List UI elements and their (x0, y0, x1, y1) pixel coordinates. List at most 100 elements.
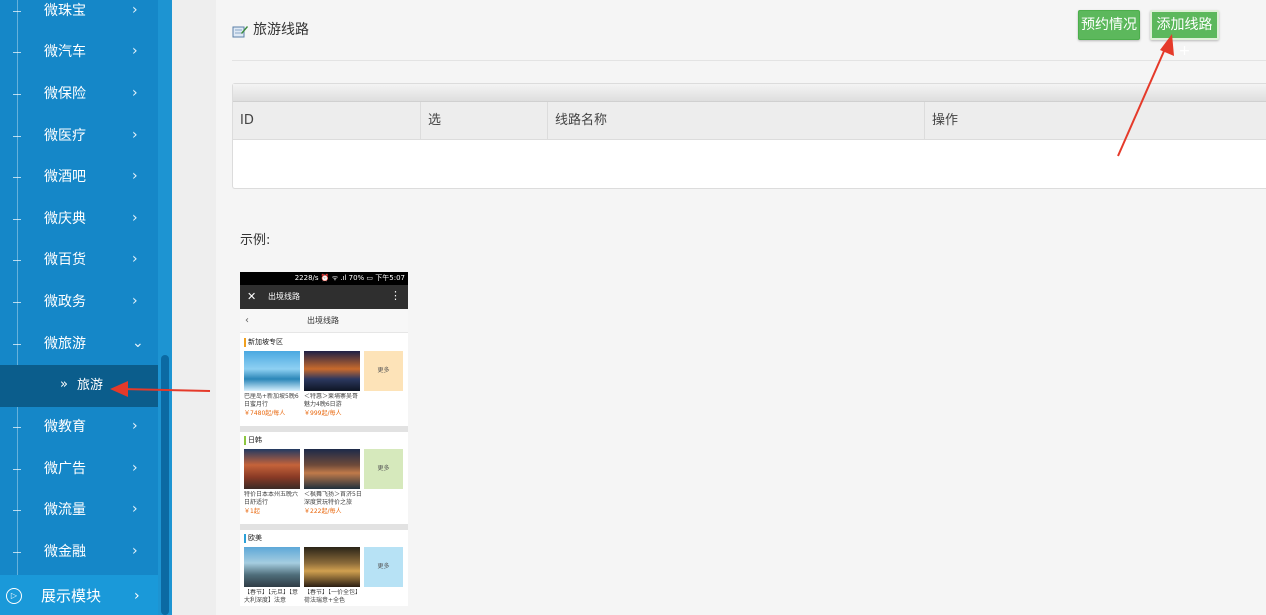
sidebar-item-display-module[interactable]: ▷ 展示模块 › (0, 575, 158, 615)
sidebar-item-government[interactable]: 微政务 › (0, 282, 158, 323)
sidebar-item-label: 展示模块 (41, 587, 102, 605)
chevron-right-icon: › (132, 127, 138, 143)
example-label: 示例: (240, 233, 271, 248)
tree-connector (13, 94, 21, 95)
table-header: ID 选 线路名称 操作 (233, 102, 1266, 140)
sidebar-item-label: 微酒吧 (44, 169, 86, 185)
sidebar-item-auto[interactable]: 微汽车 › (0, 32, 158, 73)
table-toolbar (233, 84, 1266, 102)
route-photo (304, 449, 360, 489)
route-caption: 特价日本本州五晚六日舒适行 (244, 491, 299, 506)
sidebar-item-travel[interactable]: 微旅游 ⌄ (0, 324, 158, 365)
tree-connector (13, 260, 21, 261)
more-tile: 更多 (364, 449, 403, 489)
sidebar-item-label: 微教育 (44, 419, 86, 435)
tree-connector (13, 219, 21, 220)
more-vertical-icon: ⋮ (390, 289, 401, 302)
phone-page-header: ‹ 出境线路 (240, 309, 408, 333)
tree-connector (13, 427, 21, 428)
sidebar-subitem-travel[interactable]: » 旅游 (0, 365, 158, 407)
tree-connector (13, 177, 21, 178)
chevron-right-icon: › (132, 251, 138, 267)
main-content: 旅游线路 预约情况 添加线路+ ID 选 线路名称 操作 示例: 2228/s … (216, 0, 1266, 615)
column-header-route-name[interactable]: 线路名称 (548, 102, 925, 140)
route-caption: 【春节】【元旦】【意大利深度】法意 (244, 589, 299, 604)
more-tile: 更多 (364, 351, 403, 391)
phone-nav-title: 出境线路 (268, 292, 300, 301)
route-caption: ＜枫舞飞扬＞首济5日深度赏玩特价之旅 (304, 491, 362, 506)
sidebar-item-insurance[interactable]: 微保险 › (0, 74, 158, 115)
sidebar-item-advertising[interactable]: 微广告 › (0, 449, 158, 490)
section-accent-bar (244, 338, 246, 347)
section-title: 欧美 (248, 534, 262, 542)
sidebar-item-medical[interactable]: 微医疗 › (0, 116, 158, 157)
route-price: ￥999起/每人 (304, 410, 342, 417)
sidebar-item-label: 微庆典 (44, 211, 86, 227)
phone-route-section: 新加坡专区 更多 巴厘岛+新加坡5晚6日蜜月行 ＜特惠＞柬埔寨吴哥魅力4晚6日游 ￥74… (240, 334, 408, 430)
chevron-right-icon: › (132, 210, 138, 226)
route-caption: ＜特惠＞柬埔寨吴哥魅力4晚6日游 (304, 393, 359, 408)
section-title: 新加坡专区 (248, 338, 283, 346)
route-caption: 巴厘岛+新加坡5晚6日蜜月行 (244, 393, 299, 408)
routes-table: ID 选 线路名称 操作 (232, 83, 1266, 189)
chevron-right-icon: › (132, 43, 138, 59)
phone-page-title: 出境线路 (307, 316, 339, 325)
sidebar-item-label: 微金融 (44, 544, 86, 560)
route-photo (244, 449, 300, 489)
column-header-actions[interactable]: 操作 (925, 102, 1266, 140)
route-price: ￥222起/每人 (304, 508, 342, 515)
sidebar-item-label: 微百货 (44, 252, 86, 268)
tree-connector (13, 510, 21, 511)
route-photo (304, 547, 360, 587)
column-header-id[interactable]: ID (233, 102, 421, 140)
sidebar-item-label: 微汽车 (44, 44, 86, 60)
page-title: 旅游线路 (253, 22, 309, 38)
sidebar-item-label: 微流量 (44, 502, 86, 518)
sidebar-item-jewelry[interactable]: 微珠宝 › (0, 0, 158, 32)
route-price: ￥1起 (244, 508, 260, 515)
tree-connector (13, 302, 21, 303)
chevron-right-icon: › (132, 501, 138, 517)
chevron-right-icon: › (132, 2, 138, 18)
sidebar-scrollbar-thumb[interactable] (161, 355, 169, 615)
section-accent-bar (244, 534, 246, 543)
sidebar-item-label: 微政务 (44, 294, 86, 310)
sidebar-item-finance[interactable]: 微金融 › (0, 532, 158, 573)
sidebar-item-label: 微保险 (44, 86, 86, 102)
chevron-right-icon: › (132, 293, 138, 309)
edit-note-icon (232, 26, 248, 38)
route-photo (304, 351, 360, 391)
more-tile: 更多 (364, 547, 403, 587)
phone-route-section: 欧美 更多 【春节】【元旦】【意大利深度】法意 【春节】【一价全包】荷法瑞意+全色 (240, 530, 408, 606)
section-accent-bar (244, 436, 246, 445)
example-phone-screenshot: 2228/s ⏰ ᯤ .ıl 70% ▭ 下午5:07 ✕ 出境线路 ⋮ ‹ 出… (240, 272, 408, 606)
chevron-right-icon: › (134, 588, 140, 604)
sidebar-item-department-store[interactable]: 微百货 › (0, 240, 158, 281)
phone-status-bar: 2228/s ⏰ ᯤ .ıl 70% ▭ 下午5:07 (240, 272, 408, 285)
sidebar-item-education[interactable]: 微教育 › (0, 407, 158, 448)
add-route-button[interactable]: 添加线路+ (1150, 10, 1219, 59)
phone-nav-bar: ✕ 出境线路 ⋮ (240, 285, 408, 309)
phone-route-section: 日韩更多特价日本本州五晚六日舒适行 ＜枫舞飞扬＞首济5日深度赏玩特价之旅 ￥1起 ￥2… (240, 432, 408, 528)
sidebar-item-celebration[interactable]: 微庆典 › (0, 199, 158, 240)
chevron-right-icon: › (132, 543, 138, 559)
sidebar-item-label: 微珠宝 (44, 3, 86, 19)
double-chevron-icon: » (60, 377, 68, 392)
route-photo (244, 547, 300, 587)
sidebar-item-label: 微医疗 (44, 128, 86, 144)
chevron-right-icon: › (132, 85, 138, 101)
column-header-select[interactable]: 选 (421, 102, 548, 140)
sidebar-item-data-traffic[interactable]: 微流量 › (0, 490, 158, 531)
chevron-right-icon: › (132, 460, 138, 476)
sidebar-item-bar[interactable]: 微酒吧 › (0, 157, 158, 198)
route-photo (244, 351, 300, 391)
tree-connector (13, 344, 21, 345)
chevron-down-icon: ⌄ (132, 335, 144, 351)
booking-status-button[interactable]: 预约情况 (1078, 10, 1140, 40)
tree-connector (13, 136, 21, 137)
sidebar-item-label: 微旅游 (44, 336, 86, 352)
section-title: 日韩 (248, 436, 262, 444)
header-divider (232, 60, 1266, 61)
close-icon: ✕ (247, 290, 257, 303)
chevron-right-icon: › (132, 418, 138, 434)
